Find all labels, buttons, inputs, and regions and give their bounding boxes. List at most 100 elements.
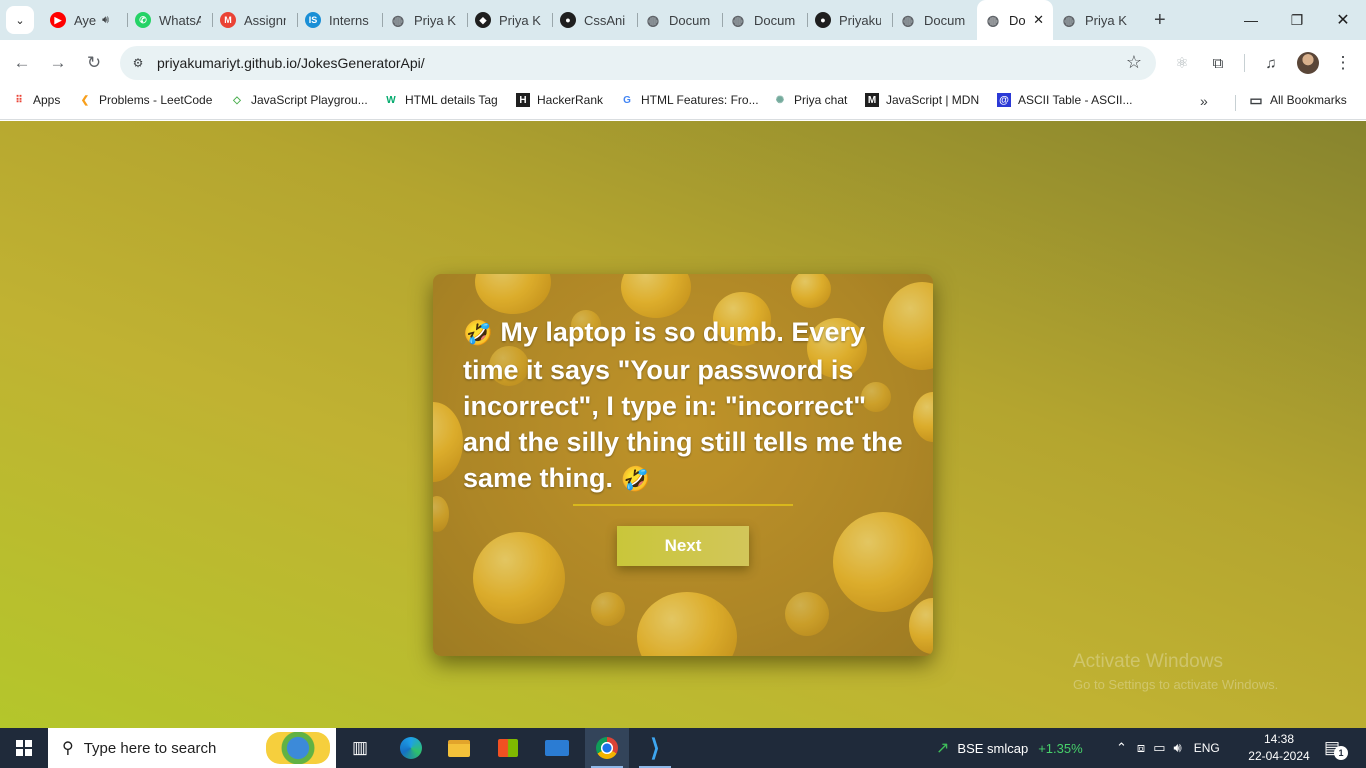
bookmark-item[interactable]: ◇ JavaScript Playgrou... xyxy=(230,93,368,107)
bookmark-item[interactable]: ❮ Problems - LeetCode xyxy=(78,93,213,107)
browser-tab[interactable]: ◍ Docum xyxy=(722,0,807,40)
audio-playing-icon[interactable]: 🔊︎ xyxy=(102,14,109,27)
google-icon: G xyxy=(623,94,631,106)
browser-tab[interactable]: ◍ Docum xyxy=(637,0,722,40)
menu-kebab-icon[interactable]: ⋮ xyxy=(1332,52,1354,74)
globe-icon: ◍ xyxy=(391,11,405,28)
bookmark-label: JavaScript | MDN xyxy=(886,93,980,107)
hackerrank-icon: H xyxy=(516,93,530,107)
globe-icon: ◍ xyxy=(731,11,745,28)
tab-title: Docum xyxy=(754,12,796,28)
stock-name: BSE smlcap xyxy=(957,740,1029,756)
more-bookmarks-chevron-icon[interactable]: » xyxy=(1200,93,1208,109)
minimize-button[interactable]: — xyxy=(1228,0,1274,40)
back-button[interactable]: ← xyxy=(10,51,34,75)
chevron-down-icon: ⌄ xyxy=(15,14,25,27)
site-info-icon[interactable]: ⚙ xyxy=(128,53,148,73)
bookmark-label: Priya chat xyxy=(794,93,848,107)
tab-title: CssAni xyxy=(584,12,626,28)
vscode-app[interactable]: ⟩ xyxy=(633,728,677,768)
address-bar[interactable]: ⚙ priyakumariyt.github.io/JokesGenerator… xyxy=(120,46,1156,80)
browser-tab[interactable]: ◍ Priya K xyxy=(1053,0,1138,40)
divider-line xyxy=(573,504,793,506)
all-bookmarks-folder[interactable]: ▭ All Bookmarks xyxy=(1249,92,1346,108)
edge-icon xyxy=(400,737,422,759)
ascii-icon: @ xyxy=(997,93,1011,107)
chrome-icon xyxy=(596,737,618,759)
internshala-icon: IS xyxy=(305,12,321,28)
close-window-button[interactable]: ✕ xyxy=(1320,0,1366,40)
network-icon[interactable]: ▭ xyxy=(1153,740,1165,756)
mail-icon xyxy=(545,740,569,756)
watermark-subtitle: Go to Settings to activate Windows. xyxy=(1073,677,1279,692)
forward-button[interactable]: → xyxy=(46,51,70,75)
stock-widget[interactable]: ↗ BSE smlcap +1.35% xyxy=(936,728,1083,768)
extension-icon[interactable]: ⚛ xyxy=(1171,52,1193,74)
browser-tab[interactable]: IS Interns xyxy=(297,0,382,40)
gmail-icon: M xyxy=(220,12,236,28)
bookmark-item[interactable]: W HTML details Tag xyxy=(384,93,497,107)
bookmark-label: Problems - LeetCode xyxy=(99,93,213,107)
extensions-puzzle-icon[interactable]: ⧉ xyxy=(1207,52,1229,74)
page-viewport: 🤣 My laptop is so dumb. Every time it sa… xyxy=(0,121,1366,728)
browser-tab[interactable]: ◍ Docum xyxy=(892,0,977,40)
mail-app[interactable] xyxy=(535,728,579,768)
mdn-icon: M xyxy=(865,93,879,107)
next-joke-button[interactable]: Next xyxy=(617,526,749,566)
bookmark-item[interactable]: H HackerRank xyxy=(516,93,603,107)
url-text[interactable]: priyakumariyt.github.io/JokesGeneratorAp… xyxy=(157,55,425,71)
browser-tab[interactable]: ◍ Do ✕ xyxy=(977,0,1053,40)
bookmark-item[interactable]: ⠿ Apps xyxy=(12,93,60,107)
browser-tab[interactable]: ▶ Aye 🔊︎ xyxy=(42,0,127,40)
rolling-laughing-icon: 🤣 xyxy=(620,466,651,493)
joke-text: 🤣 My laptop is so dumb. Every time it sa… xyxy=(463,314,913,498)
store-icon xyxy=(498,739,518,757)
joke-body: My laptop is so dumb. Every time it says… xyxy=(463,317,903,493)
task-view-button[interactable]: ▥ xyxy=(338,728,382,768)
bookmark-label: ASCII Table - ASCII... xyxy=(1018,93,1133,107)
bookmark-item[interactable]: @ ASCII Table - ASCII... xyxy=(997,93,1133,107)
bookmark-item[interactable]: ✺ Priya chat xyxy=(773,93,848,107)
notification-center-button[interactable]: ▤ 1 xyxy=(1324,728,1348,768)
bookmark-item[interactable]: G HTML Features: Fro... xyxy=(620,93,758,107)
profile-avatar[interactable] xyxy=(1297,52,1319,74)
restore-button[interactable]: ❐ xyxy=(1274,0,1320,40)
tab-title: Docum xyxy=(669,12,711,28)
media-control-icon[interactable]: ♫ xyxy=(1260,52,1282,74)
watermark-title: Activate Windows xyxy=(1073,651,1223,672)
new-tab-button[interactable]: + xyxy=(1154,9,1166,32)
clock[interactable]: 14:38 22-04-2024 xyxy=(1248,731,1310,765)
browser-tab[interactable]: ● CssAni xyxy=(552,0,637,40)
tab-title: Assignment xyxy=(244,12,286,28)
start-button[interactable] xyxy=(0,728,48,768)
task-view-icon: ▥ xyxy=(351,738,369,757)
taskbar-search-box[interactable]: ⚲ Type here to search xyxy=(48,728,336,768)
hidden-icons-chevron-icon[interactable]: ⌃ xyxy=(1116,740,1127,756)
tab-title: Priya K xyxy=(499,12,541,28)
volume-icon[interactable]: 🔊︎ xyxy=(1173,740,1181,756)
browser-tab[interactable]: ◍ Priya K xyxy=(382,0,467,40)
codepen-icon: ◆ xyxy=(475,12,491,28)
tab-strip: ⌄ ▶ Aye 🔊︎ ✆ WhatsApp M Assignment IS Interns ◍ Pr… xyxy=(0,0,1366,40)
stock-change: +1.35% xyxy=(1038,740,1083,756)
edge-app[interactable] xyxy=(389,728,433,768)
file-explorer-app[interactable] xyxy=(437,728,481,768)
tab-list: ▶ Aye 🔊︎ ✆ WhatsApp M Assignment IS Interns ◍ Priy… xyxy=(42,0,1138,40)
chrome-app[interactable] xyxy=(585,728,629,768)
close-tab-icon[interactable]: ✕ xyxy=(1033,12,1044,28)
tab-title: Do xyxy=(1009,12,1025,28)
clock-time: 14:38 xyxy=(1263,732,1295,746)
device-icon[interactable]: ⧈ xyxy=(1137,740,1145,756)
tab-title: Priyaku xyxy=(839,12,881,28)
browser-tab[interactable]: ✆ WhatsApp xyxy=(127,0,212,40)
store-app[interactable] xyxy=(486,728,530,768)
bookmark-item[interactable]: M JavaScript | MDN xyxy=(865,93,979,107)
bookmark-star-icon[interactable]: ☆ xyxy=(1126,52,1142,73)
tab-search-button[interactable]: ⌄ xyxy=(6,6,34,34)
browser-tab[interactable]: ◆ Priya K xyxy=(467,0,552,40)
browser-tab[interactable]: ● Priyaku xyxy=(807,0,892,40)
language-indicator[interactable]: ENG xyxy=(1194,741,1220,755)
tab-title: WhatsApp xyxy=(159,12,201,28)
reload-button[interactable]: ↻ xyxy=(82,51,106,75)
browser-tab[interactable]: M Assignment xyxy=(212,0,297,40)
